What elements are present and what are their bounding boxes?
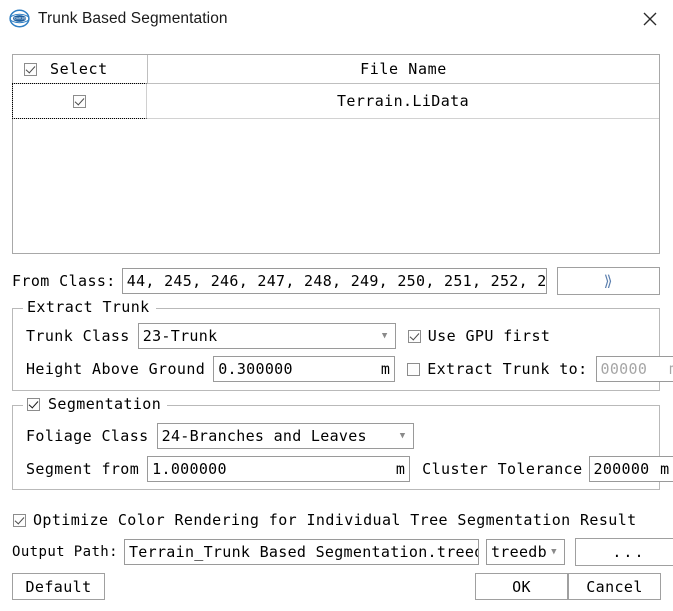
height-above-ground-label: Height Above Ground xyxy=(26,360,205,378)
segmentation-group-title[interactable]: Segmentation xyxy=(23,395,167,413)
browse-button[interactable]: ... xyxy=(575,538,673,566)
trunk-class-value: 23-Trunk xyxy=(143,327,218,345)
height-above-ground-value: 0.300000 xyxy=(218,360,293,378)
height-above-ground-input[interactable]: 0.300000 m xyxy=(213,356,395,382)
output-path-input[interactable]: Terrain_Trunk Based Segmentation.treedb xyxy=(124,539,479,565)
extract-trunk-to-unit: m xyxy=(663,360,673,378)
lidar360-logo-icon: LiDAR360 xyxy=(9,8,30,29)
extract-trunk-to-input[interactable]: 00000 m xyxy=(596,356,673,382)
cluster-tolerance-label: Cluster Tolerance xyxy=(422,460,582,478)
extract-trunk-group-label: Extract Trunk xyxy=(27,298,150,316)
row-file-name-cell[interactable]: Terrain.LiData xyxy=(147,84,659,118)
output-format-combo[interactable]: treedb ▼ xyxy=(486,539,565,565)
cluster-tolerance-input[interactable]: 200000 m xyxy=(589,456,673,482)
title-bar: LiDAR360 Trunk Based Segmentation xyxy=(0,0,673,37)
foliage-class-label: Foliage Class xyxy=(26,427,149,445)
from-class-more-label: ⟫ xyxy=(604,272,614,290)
chevron-down-icon[interactable]: ▼ xyxy=(396,432,410,441)
segment-from-unit: m xyxy=(390,460,405,478)
optimize-color-row[interactable]: Optimize Color Rendering for Individual … xyxy=(13,511,637,529)
foliage-class-row: Foliage Class 24-Branches and Leaves ▼ xyxy=(26,423,414,449)
select-all-checkbox[interactable] xyxy=(24,63,37,76)
foliage-class-combo[interactable]: 24-Branches and Leaves ▼ xyxy=(157,423,414,449)
segment-from-label: Segment from xyxy=(26,460,139,478)
column-header-select[interactable]: Select xyxy=(13,55,148,83)
output-path-value: Terrain_Trunk Based Segmentation.treedb xyxy=(129,543,479,561)
use-gpu-label: Use GPU first xyxy=(428,327,551,345)
trunk-class-row: Trunk Class 23-Trunk ▼ Use GPU first xyxy=(26,323,550,349)
ok-button-label: OK xyxy=(512,578,531,596)
column-header-select-label: Select xyxy=(50,60,108,78)
cluster-tolerance-unit: m xyxy=(654,460,669,478)
extract-trunk-to-value: 00000 xyxy=(601,360,648,378)
default-button-label: Default xyxy=(25,578,91,596)
height-above-ground-unit: m xyxy=(375,360,390,378)
height-above-ground-row: Height Above Ground 0.300000 m Extract T… xyxy=(26,356,673,382)
output-format-value: treedb xyxy=(491,543,547,561)
use-gpu-checkbox[interactable] xyxy=(408,330,421,343)
file-list-header: Select File Name xyxy=(13,55,659,84)
optimize-color-label: Optimize Color Rendering for Individual … xyxy=(33,511,637,529)
extract-trunk-group: Extract Trunk Trunk Class 23-Trunk ▼ Use… xyxy=(12,308,660,391)
segmentation-enable-checkbox[interactable] xyxy=(27,398,40,411)
file-list[interactable]: Select File Name Terrain.LiData xyxy=(12,54,660,254)
default-button[interactable]: Default xyxy=(12,573,105,600)
segment-from-value: 1.000000 xyxy=(152,460,227,478)
chevron-down-icon[interactable]: ▼ xyxy=(547,548,561,557)
column-header-file-name-label: File Name xyxy=(360,60,447,78)
extract-trunk-to-label: Extract Trunk to: xyxy=(427,360,587,378)
ok-button[interactable]: OK xyxy=(475,573,568,600)
from-class-more-button[interactable]: ⟫ xyxy=(557,267,660,295)
svg-text:LiDAR360: LiDAR360 xyxy=(12,17,27,21)
trunk-class-label: Trunk Class xyxy=(26,327,130,345)
row-checkbox[interactable] xyxy=(73,95,86,108)
output-path-row: Output Path: Terrain_Trunk Based Segment… xyxy=(12,538,673,566)
table-row[interactable]: Terrain.LiData xyxy=(13,84,659,119)
optimize-color-checkbox[interactable] xyxy=(13,514,26,527)
segmentation-group: Segmentation Foliage Class 24-Branches a… xyxy=(12,405,660,490)
row-select-cell[interactable] xyxy=(12,83,147,119)
cancel-button-label: Cancel xyxy=(586,578,643,596)
trunk-class-combo[interactable]: 23-Trunk ▼ xyxy=(138,323,396,349)
close-icon[interactable] xyxy=(627,0,673,37)
chevron-down-icon[interactable]: ▼ xyxy=(378,332,392,341)
window-title: Trunk Based Segmentation xyxy=(38,10,228,28)
segment-from-input[interactable]: 1.000000 m xyxy=(147,456,410,482)
cancel-button[interactable]: Cancel xyxy=(568,573,661,600)
from-class-label: From Class: xyxy=(12,272,116,290)
browse-label: ... xyxy=(612,543,645,561)
from-class-value: 44, 245, 246, 247, 248, 249, 250, 251, 2… xyxy=(127,272,547,290)
output-path-label: Output Path: xyxy=(12,544,118,560)
column-header-file-name[interactable]: File Name xyxy=(148,55,659,83)
extract-trunk-group-title: Extract Trunk xyxy=(23,298,156,316)
from-class-row: From Class: 44, 245, 246, 247, 248, 249,… xyxy=(12,267,660,295)
extract-trunk-to-checkbox[interactable] xyxy=(407,363,420,376)
from-class-combo[interactable]: 44, 245, 246, 247, 248, 249, 250, 251, 2… xyxy=(122,268,547,294)
segmentation-group-label: Segmentation xyxy=(48,395,161,413)
foliage-class-value: 24-Branches and Leaves xyxy=(162,427,367,445)
segment-from-row: Segment from 1.000000 m Cluster Toleranc… xyxy=(26,456,673,482)
row-file-name-label: Terrain.LiData xyxy=(337,92,469,110)
cluster-tolerance-value: 200000 xyxy=(594,460,650,478)
